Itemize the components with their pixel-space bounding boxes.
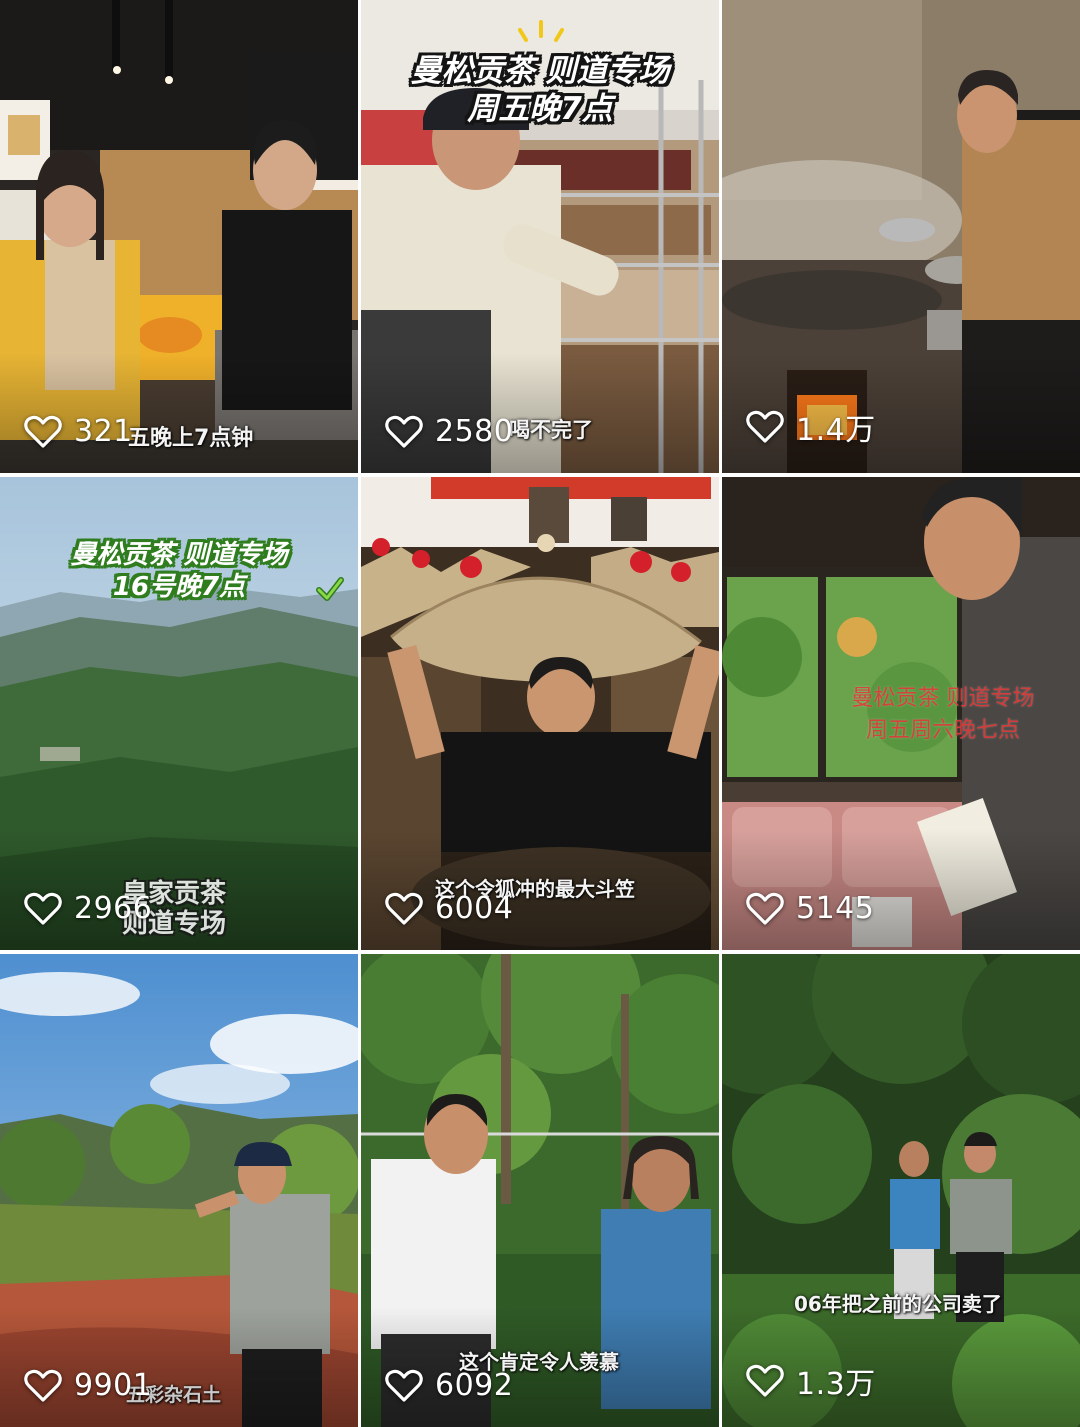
promo-overlay: 曼松贡茶 则道专场 周五周六晚七点	[798, 683, 1080, 747]
video-tile[interactable]: 曼松贡茶 则道专场 周五周六晚七点 5145	[722, 477, 1080, 950]
like-count: 2580	[435, 414, 514, 449]
checkmark-icon	[316, 577, 344, 601]
like-counter[interactable]: 2966	[24, 891, 152, 926]
like-counter[interactable]: 321	[24, 414, 133, 449]
heart-outline-icon	[746, 892, 784, 925]
video-grid: 五晚上7点钟 321 曼松贡茶 则道专场 周五晚7点 喝不完了 2580 1.4…	[0, 0, 1080, 1427]
like-count: 5145	[796, 891, 875, 926]
promo-line-1: 曼松贡茶 则道专场	[70, 540, 288, 570]
video-tile[interactable]: 这个肯定令人羡慕 6092	[361, 954, 719, 1427]
like-counter[interactable]: 5145	[746, 891, 874, 926]
heart-outline-icon	[385, 415, 423, 448]
heart-outline-icon	[24, 892, 62, 925]
video-tile[interactable]: 1.4万	[722, 0, 1080, 473]
video-tile[interactable]: 曼松贡茶 则道专场 16号晚7点 皇家贡茶 则道专场 2966	[0, 477, 358, 950]
like-counter[interactable]: 9901	[24, 1368, 152, 1403]
like-count: 321	[74, 414, 133, 449]
like-count: 9901	[74, 1368, 153, 1403]
heart-outline-icon	[746, 410, 784, 443]
promo-line-2: 周五周六晚七点	[865, 718, 1020, 743]
sparkle-icon	[518, 20, 564, 42]
like-counter[interactable]: 2580	[385, 414, 513, 449]
like-counter[interactable]: 1.3万	[746, 1359, 876, 1403]
heart-outline-icon	[385, 1369, 423, 1402]
video-tile[interactable]: 这个令狐冲的最大斗笠 6004	[361, 477, 719, 950]
video-tile[interactable]: 五晚上7点钟 321	[0, 0, 358, 473]
heart-outline-icon	[746, 1364, 784, 1397]
video-tile[interactable]: 06年把之前的公司卖了 1.3万	[722, 954, 1080, 1427]
like-counter[interactable]: 6004	[385, 891, 513, 926]
subtitle-text: 五晚上7点钟	[128, 426, 254, 451]
like-count: 6092	[435, 1368, 514, 1403]
promo-overlay: 曼松贡茶 则道专场 16号晚7点	[14, 539, 344, 603]
heart-outline-icon	[24, 415, 62, 448]
promo-line-1: 曼松贡茶 则道专场	[851, 686, 1035, 711]
like-count: 6004	[435, 891, 514, 926]
like-counter[interactable]: 6092	[385, 1368, 513, 1403]
heart-outline-icon	[24, 1369, 62, 1402]
video-tile[interactable]: 五彩杂石土 9901	[0, 954, 358, 1427]
like-counter[interactable]: 1.4万	[746, 405, 876, 449]
video-tile[interactable]: 曼松贡茶 则道专场 周五晚7点 喝不完了 2580	[361, 0, 719, 473]
promo-line-2: 周五晚7点	[467, 91, 613, 127]
heart-outline-icon	[385, 892, 423, 925]
promo-line-1: 曼松贡茶 则道专场	[410, 53, 670, 89]
like-count: 1.4万	[796, 413, 876, 448]
like-count: 1.3万	[796, 1367, 876, 1402]
promo-overlay: 曼松贡茶 则道专场 周五晚7点	[379, 52, 701, 128]
like-count: 2966	[74, 891, 153, 926]
subtitle-text: 06年把之前的公司卖了	[794, 1292, 1002, 1316]
subtitle-text: 喝不完了	[509, 418, 593, 442]
promo-line-2: 16号晚7点	[112, 572, 246, 602]
